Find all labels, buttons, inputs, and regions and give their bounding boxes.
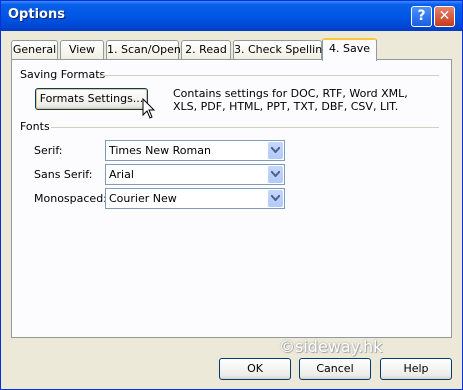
tab-general[interactable]: General	[11, 40, 58, 59]
fonts-group-label: Fonts	[20, 120, 50, 133]
monospaced-label: Monospaced:	[34, 192, 107, 205]
window-title: Options	[8, 7, 65, 22]
cancel-button[interactable]: Cancel	[299, 358, 371, 380]
serif-font-value: Times New Roman	[109, 144, 211, 157]
tab-read[interactable]: 2. Read	[181, 40, 231, 59]
help-icon[interactable]: ?	[411, 6, 432, 27]
tab-scan-open[interactable]: 1. Scan/Open	[106, 40, 181, 59]
help-button[interactable]: Help	[380, 358, 452, 380]
title-bar[interactable]: Options ? ✕	[1, 1, 462, 31]
watermark: ©sideway.hk	[279, 337, 383, 356]
serif-font-select[interactable]: Times New Roman	[105, 140, 285, 161]
tab-save[interactable]: 4. Save	[322, 38, 377, 61]
options-dialog: Options ? ✕ General View 1. Scan/Open 2.…	[0, 0, 463, 390]
formats-description: Contains settings for DOC, RTF, Word XML…	[173, 87, 408, 113]
tab-check-spelling[interactable]: 3. Check Spelling	[233, 40, 329, 59]
sans-serif-label: Sans Serif:	[34, 168, 93, 181]
monospaced-font-select[interactable]: Courier New	[105, 188, 285, 209]
ok-button[interactable]: OK	[219, 358, 291, 380]
formats-settings-button[interactable]: Formats Settings...	[35, 88, 148, 110]
sans-serif-font-select[interactable]: Arial	[105, 164, 285, 185]
fonts-divider	[51, 127, 439, 129]
saving-formats-group-label: Saving Formats	[20, 68, 106, 81]
mouse-cursor-icon	[142, 98, 156, 119]
chevron-down-icon[interactable]	[268, 142, 283, 159]
serif-label: Serif:	[34, 144, 63, 157]
close-icon[interactable]: ✕	[434, 6, 455, 27]
chevron-down-icon[interactable]	[268, 190, 283, 207]
sans-serif-font-value: Arial	[109, 168, 134, 181]
tab-view[interactable]: View	[60, 40, 104, 59]
chevron-down-icon[interactable]	[268, 166, 283, 183]
monospaced-font-value: Courier New	[109, 192, 177, 205]
saving-formats-divider	[100, 75, 439, 77]
